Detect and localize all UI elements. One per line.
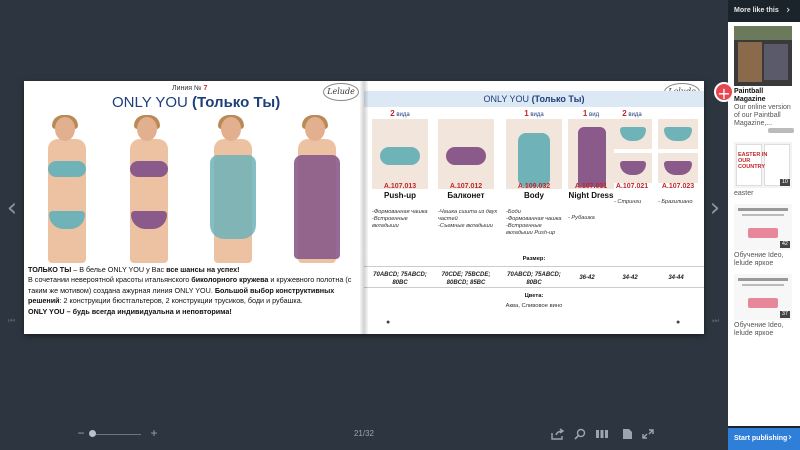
publication-thumbnail[interactable] — [734, 26, 792, 86]
colors-label: Цвета: — [524, 293, 544, 299]
sidebar-title: More like this — [734, 7, 779, 14]
product-name: Body — [524, 191, 544, 200]
publication-thumbnail[interactable]: 42 — [734, 204, 792, 250]
size-value: 70CDE; 75BCDE; 80BCD; 85BC — [441, 272, 491, 286]
variant-count: 2 вида — [390, 109, 410, 118]
article-number: A.107.013 — [383, 183, 417, 190]
page-count-badge: 42 — [779, 241, 790, 248]
model-image — [30, 115, 104, 263]
colors-value: Аква, Сливовое вино — [505, 303, 563, 309]
publication-thumbnail[interactable]: 37 — [734, 274, 792, 320]
product-column: 1 вида A.109.032 Body -Боди -Формованная… — [502, 109, 566, 289]
chevron-right-icon: › — [788, 432, 792, 443]
product-photo — [438, 119, 494, 189]
grid-view-icon[interactable] — [595, 428, 609, 440]
product-name: Push-up — [384, 191, 416, 200]
size-value: 36-42 — [579, 275, 595, 281]
collection-title: ONLY YOU (Только Ты) — [112, 94, 281, 111]
viewer-toolbar: − + 21/32 — [0, 424, 728, 446]
more-like-this-sidebar: More like this › Paintball Magazine Our o… — [714, 0, 800, 450]
model-image — [196, 115, 270, 263]
product-column: 2 вида A.107.021 - Стринги — [610, 109, 654, 289]
left-page: Lelude Линия № 7 ONLY YOU (Только Ты) ТО… — [24, 81, 364, 334]
article-number: A.107.021 — [615, 183, 649, 190]
product-name: Балконет — [447, 191, 485, 200]
product-description: - Бразилиано — [658, 199, 693, 205]
publication-thumbnail[interactable]: EASTER IN OUR COUNTRY 10 — [734, 142, 792, 188]
sidebar-item[interactable]: 37 Обучение Ideo, lelude яркое — [728, 274, 800, 344]
sidebar-header[interactable]: More like this › — [728, 0, 800, 22]
sidebar-item-caption[interactable]: Обучение Ideo, lelude яркое — [734, 252, 796, 268]
right-page: Lelude ONLY YOU (Только Ты) 2 вида A.107… — [364, 81, 704, 334]
brand-logo: Lelude — [323, 83, 359, 101]
viewer-stage: ‹ › ⏮ ⏭ Lelude Линия № 7 ONLY YOU (Тольк… — [0, 0, 728, 450]
size-row: 70ABCD; 75ABCD; 80BC 70CDE; 75BCDE; 80BC… — [364, 266, 704, 288]
add-icon[interactable]: + — [714, 82, 734, 103]
prev-page-arrow[interactable]: ‹ — [4, 195, 20, 221]
product-description: -Формованная чашка -Встроенные вкладыши — [372, 209, 428, 229]
first-page-icon[interactable]: ⏮ — [8, 316, 18, 326]
article-number: A.109.032 — [517, 183, 551, 190]
right-page-title: ONLY YOU (Только Ты) — [364, 91, 704, 107]
size-label: Размер: — [522, 256, 546, 262]
sidebar-item-caption[interactable]: Paintball Magazine Our online version of … — [734, 88, 796, 128]
line-number: Линия № 7 — [172, 85, 208, 92]
product-photo — [658, 153, 698, 183]
zoom-slider-handle[interactable] — [89, 430, 96, 437]
document-icon[interactable] — [620, 428, 634, 440]
bullet-dot: ● — [676, 319, 681, 326]
model-image — [112, 115, 186, 263]
size-value: 34-42 — [622, 275, 638, 281]
book-spread: Lelude Линия № 7 ONLY YOU (Только Ты) ТО… — [24, 81, 704, 334]
page-indicator: 21/32 — [353, 429, 375, 438]
search-icon[interactable] — [573, 428, 587, 440]
share-icon[interactable] — [551, 428, 565, 440]
product-photo — [568, 119, 614, 189]
page-count-badge: 10 — [779, 179, 790, 186]
chevron-right-icon[interactable]: › — [786, 3, 790, 16]
sidebar-list: Paintball Magazine Our online version of … — [714, 22, 800, 426]
fullscreen-icon[interactable] — [641, 428, 655, 440]
size-value: 70ABCD; 75ABCD; 80BC — [373, 272, 427, 286]
sidebar-item-caption[interactable]: easter — [734, 190, 796, 198]
zoom-slider-track[interactable] — [91, 434, 141, 435]
collection-description: ТОЛЬКО ТЫ – В белье ONLY YOU у Вас все ш… — [28, 265, 352, 316]
zoom-out-button[interactable]: − — [76, 426, 86, 440]
sidebar-item-marker — [768, 128, 794, 133]
sidebar-item-caption[interactable]: Обучение Ideo, lelude яркое — [734, 322, 796, 338]
size-value: 70ABCD; 75ABCD; 80BC — [507, 272, 561, 286]
start-publishing-button[interactable]: Start publishing › — [728, 428, 800, 450]
zoom-in-button[interactable]: + — [149, 426, 159, 440]
article-number: A.107.012 — [449, 183, 483, 190]
product-photo — [372, 119, 428, 189]
sidebar-item[interactable]: 42 Обучение Ideo, lelude яркое — [728, 204, 800, 274]
product-column: A.107.023 - Бразилиано — [654, 109, 702, 289]
variant-count: 2 вида — [622, 109, 642, 118]
bullet-dot: ● — [386, 319, 391, 326]
product-description: -Боди -Формованная чашка -Встроенные вкл… — [506, 209, 562, 236]
sidebar-item[interactable]: Paintball Magazine Our online version of … — [714, 26, 800, 140]
book-spine — [360, 81, 368, 334]
product-photo — [614, 153, 652, 183]
product-column: 2 вида A.107.013 Push-up -Формованная ча… — [368, 109, 432, 289]
product-photo — [506, 119, 562, 189]
model-image — [280, 115, 354, 263]
last-page-icon[interactable]: ⏭ — [712, 316, 722, 326]
product-description: -Чашка сшита из двух частей -Съемные вкл… — [438, 209, 498, 229]
product-column: A.107.012 Балконет -Чашка сшита из двух … — [434, 109, 498, 289]
page-count-badge: 37 — [779, 311, 790, 318]
product-photo — [658, 119, 698, 149]
article-number: A.107.023 — [661, 183, 695, 190]
variant-count: 1 вида — [524, 109, 544, 118]
size-value: 34-44 — [668, 275, 684, 281]
models-photo — [26, 115, 360, 263]
product-photo — [614, 119, 652, 149]
